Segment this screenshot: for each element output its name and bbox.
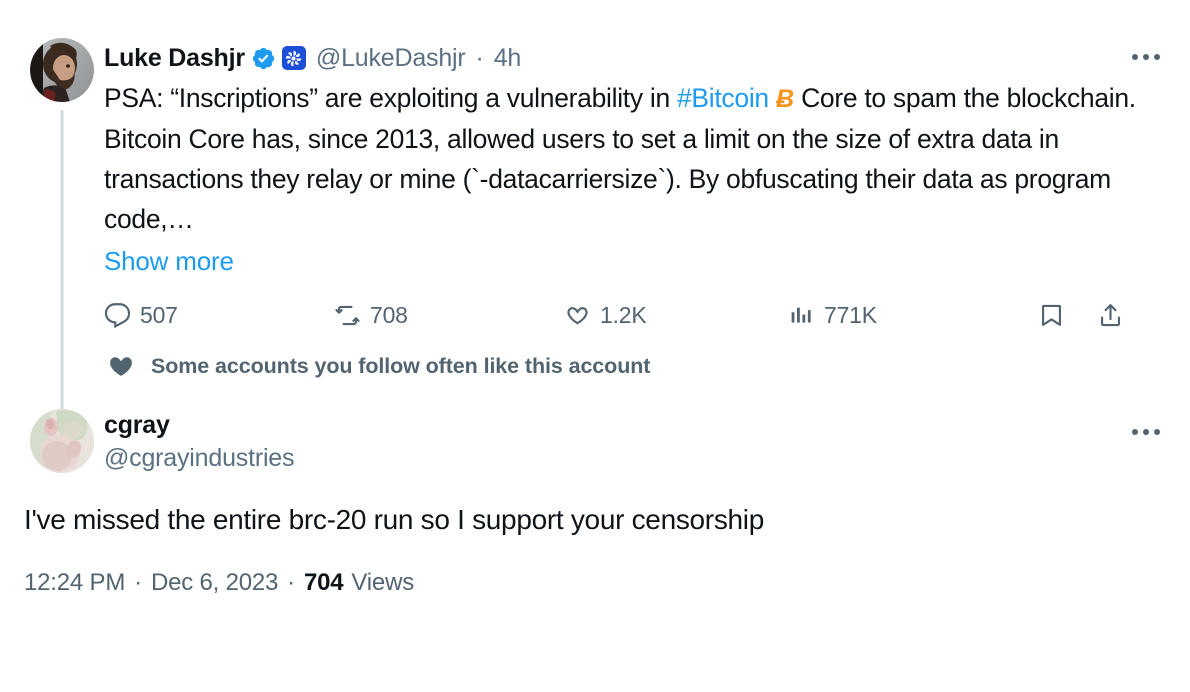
reply-more-options-button[interactable] (1126, 415, 1166, 449)
tweet-actions-bar: 507 708 1.2K 771K (104, 287, 1124, 343)
retweet-count: 708 (370, 302, 408, 328)
social-proof-text: Some accounts you follow often like this… (151, 353, 651, 378)
bitcoin-glyph-icon: Ƀ (775, 85, 794, 113)
author-handle[interactable]: @LukeDashjr (316, 43, 466, 73)
bookmark-button[interactable] (1038, 302, 1065, 329)
main-tweet-header: Luke Dashjr @LukeDashjr · 4h (104, 38, 1166, 78)
reply-tweet[interactable]: cgray @cgrayindustries (0, 409, 1190, 475)
heart-filled-icon (108, 353, 134, 379)
header-separator: · (475, 44, 484, 72)
social-proof-row[interactable]: Some accounts you follow often like this… (104, 345, 1166, 387)
reply-tweet-meta: 12:24 PM · Dec 6, 2023 · 704 Views (0, 569, 1190, 597)
reply-icon (104, 302, 131, 329)
tweet-text-before-hashtag: PSA: “Inscriptions” are exploiting a vul… (104, 83, 677, 113)
show-more-link[interactable]: Show more (104, 241, 234, 281)
author-display-name[interactable]: Luke Dashjr (104, 43, 245, 73)
like-count: 1.2K (600, 302, 647, 328)
avatar[interactable] (30, 38, 94, 102)
affiliate-badge-icon[interactable] (281, 46, 306, 70)
reply-button[interactable]: 507 (104, 302, 334, 329)
thread-connector-line (60, 110, 64, 426)
avatar[interactable] (30, 409, 94, 473)
meta-separator-1: · (134, 569, 142, 596)
more-options-button[interactable] (1126, 40, 1166, 74)
heart-icon (564, 302, 591, 329)
hashtag-link[interactable]: #Bitcoin (677, 83, 769, 113)
share-button[interactable] (1097, 302, 1124, 329)
reply-count: 507 (140, 302, 178, 328)
author-identity[interactable]: Luke Dashjr @LukeDashjr · 4h (104, 38, 521, 78)
reply-tweet-text: I've missed the entire brc-20 run so I s… (24, 504, 764, 535)
reply-tweet-body: cgray @cgrayindustries (100, 409, 1166, 475)
reply-time: 12:24 PM (24, 569, 126, 596)
bookmark-icon (1038, 302, 1065, 329)
verified-badge-icon[interactable] (251, 46, 276, 71)
main-tweet[interactable]: Luke Dashjr @LukeDashjr · 4h PSA: “Inscr… (0, 0, 1190, 426)
reply-author-handle[interactable]: @cgrayindustries (104, 441, 295, 475)
more-dot (1132, 54, 1138, 60)
analytics-icon (789, 302, 815, 328)
main-tweet-body: Luke Dashjr @LukeDashjr · 4h PSA: “Inscr… (100, 38, 1166, 387)
views-button[interactable]: 771K (789, 302, 994, 328)
reply-tweet-header: cgray @cgrayindustries (104, 409, 1166, 475)
tweet-text: PSA: “Inscriptions” are exploiting a vul… (104, 78, 1166, 239)
more-dot (1154, 54, 1160, 60)
main-tweet-gutter (24, 38, 100, 426)
retweet-button[interactable]: 708 (334, 302, 564, 329)
share-icon (1097, 302, 1124, 329)
reply-views-label[interactable]: Views (351, 569, 414, 597)
more-dot (1143, 54, 1149, 60)
like-button[interactable]: 1.2K (564, 302, 789, 329)
reply-views-count: 704 (303, 569, 344, 596)
reply-author-identity[interactable]: cgray @cgrayindustries (104, 409, 295, 475)
meta-separator-2: · (287, 569, 295, 596)
reply-author-display-name[interactable]: cgray (104, 409, 294, 441)
tweet-thread: Luke Dashjr @LukeDashjr · 4h PSA: “Inscr… (0, 0, 1190, 597)
reply-date: Dec 6, 2023 (150, 569, 279, 596)
more-dot (1143, 429, 1149, 435)
more-dot (1132, 429, 1138, 435)
more-dot (1154, 429, 1160, 435)
retweet-icon (334, 302, 361, 329)
tweet-detail-page: Luke Dashjr @LukeDashjr · 4h PSA: “Inscr… (0, 0, 1190, 692)
views-count: 771K (824, 302, 877, 328)
tweet-timestamp[interactable]: 4h (494, 43, 522, 73)
reply-tweet-gutter (24, 409, 100, 475)
